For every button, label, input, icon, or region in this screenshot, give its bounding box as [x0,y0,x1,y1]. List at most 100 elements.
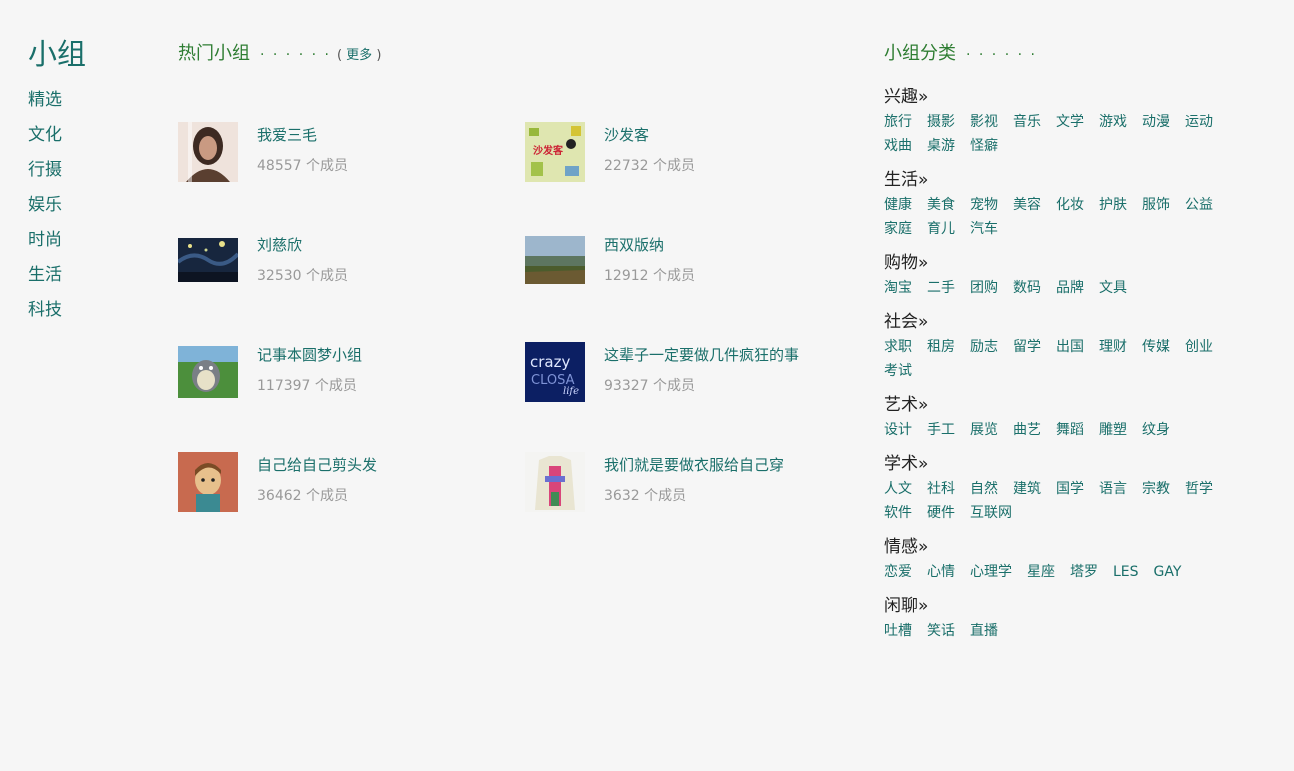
category-tag-link[interactable]: 数码 [1013,276,1041,300]
category-tag-link[interactable]: 塔罗 [1070,560,1098,584]
category-tag-link[interactable]: 桌游 [927,134,955,158]
group-title-link[interactable]: 刘慈欣 [257,234,302,255]
category-heading-link[interactable]: 购物» [884,251,1264,275]
category-tag-link[interactable]: 考试 [884,359,912,383]
category-tag-link[interactable]: 设计 [884,418,912,442]
category-tag-link[interactable]: 传媒 [1142,335,1170,359]
group-title-link[interactable]: 记事本圆梦小组 [257,344,362,365]
category-tag-link[interactable]: 文具 [1099,276,1127,300]
category-tag-link[interactable]: 文学 [1056,110,1084,134]
category-tag-link[interactable]: 宠物 [970,193,998,217]
category-tag-link[interactable]: 音乐 [1013,110,1041,134]
group-item: 自己给自己剪头发 36462 个成员 [178,452,518,512]
category-tag-link[interactable]: 美食 [927,193,955,217]
category-heading-link[interactable]: 兴趣» [884,85,1264,109]
group-title-link[interactable]: 我爱三毛 [257,124,317,145]
category-tag-link[interactable]: 星座 [1027,560,1055,584]
category-heading-link[interactable]: 闲聊» [884,594,1264,618]
category-tag-link[interactable]: 软件 [884,501,912,525]
category-tag-link[interactable]: 理财 [1099,335,1127,359]
category-tag-link[interactable]: 公益 [1185,193,1213,217]
category-tag-link[interactable]: 化妆 [1056,193,1084,217]
category-tag-link[interactable]: LES [1113,560,1139,584]
category-tag-link[interactable]: 健康 [884,193,912,217]
group-thumbnail[interactable] [178,342,238,402]
nav-item[interactable]: 文化 [28,123,86,158]
category-tag-link[interactable]: 创业 [1185,335,1213,359]
group-title-link[interactable]: 这辈子一定要做几件疯狂的事 [604,344,799,365]
nav-item[interactable]: 精选 [28,88,86,123]
category-tag-link[interactable]: 求职 [884,335,912,359]
category-tag-link[interactable]: 直播 [970,619,998,643]
group-thumbnail[interactable] [525,232,585,292]
category-tag-link[interactable]: 互联网 [970,501,1012,525]
category-tag-link[interactable]: 二手 [927,276,955,300]
group-title-link[interactable]: 沙发客 [604,124,649,145]
group-thumbnail[interactable]: 沙发客 [525,122,585,182]
category-tag-link[interactable]: 运动 [1185,110,1213,134]
category-tag-link[interactable]: 手工 [927,418,955,442]
nav-item[interactable]: 时尚 [28,228,86,263]
category-tag-link[interactable]: 雕塑 [1099,418,1127,442]
group-thumbnail[interactable] [178,232,238,292]
category-heading-link[interactable]: 情感» [884,535,1264,559]
category-block: 艺术» 设计 手工 展览 曲艺 舞蹈 雕塑 纹身 [884,393,1264,442]
category-heading-link[interactable]: 艺术» [884,393,1264,417]
group-item: 西双版纳 12912 个成员 [525,232,865,292]
category-tag-link[interactable]: 动漫 [1142,110,1170,134]
category-tag-link[interactable]: 游戏 [1099,110,1127,134]
category-tag-link[interactable]: 恋爱 [884,560,912,584]
category-tag-link[interactable]: 汽车 [970,217,998,241]
nav-item[interactable]: 娱乐 [28,193,86,228]
category-tag-link[interactable]: 展览 [970,418,998,442]
nav-item[interactable]: 科技 [28,298,86,333]
category-tag-link[interactable]: 舞蹈 [1056,418,1084,442]
category-tag-link[interactable]: 笑话 [927,619,955,643]
category-heading-link[interactable]: 社会» [884,310,1264,334]
group-thumbnail[interactable]: crazy CLOSA life [525,342,585,402]
category-tag-link[interactable]: 租房 [927,335,955,359]
category-tag-link[interactable]: 淘宝 [884,276,912,300]
category-tag-link[interactable]: 旅行 [884,110,912,134]
category-tag-link[interactable]: 纹身 [1142,418,1170,442]
category-tag-link[interactable]: 怪癖 [970,134,998,158]
category-tag-link[interactable]: 吐槽 [884,619,912,643]
category-tag-link[interactable]: 摄影 [927,110,955,134]
category-tag-link[interactable]: 品牌 [1056,276,1084,300]
more-link[interactable]: 更多 [346,48,372,63]
category-tag-link[interactable]: 服饰 [1142,193,1170,217]
category-tag-link[interactable]: 影视 [970,110,998,134]
category-tag-link[interactable]: 心情 [927,560,955,584]
group-title-link[interactable]: 自己给自己剪头发 [257,454,377,475]
category-tag-link[interactable]: GAY [1154,560,1182,584]
category-heading-link[interactable]: 学术» [884,452,1264,476]
category-tag-link[interactable]: 护肤 [1099,193,1127,217]
category-tag-link[interactable]: 育儿 [927,217,955,241]
category-tag-link[interactable]: 自然 [970,477,998,501]
nav-item[interactable]: 行摄 [28,158,86,193]
category-tag-link[interactable]: 哲学 [1185,477,1213,501]
nav-item[interactable]: 生活 [28,263,86,298]
group-thumbnail[interactable] [178,452,238,512]
category-tag-link[interactable]: 曲艺 [1013,418,1041,442]
category-tag-link[interactable]: 心理学 [970,560,1012,584]
category-tag-link[interactable]: 出国 [1056,335,1084,359]
category-tag-link[interactable]: 家庭 [884,217,912,241]
category-tag-link[interactable]: 硬件 [927,501,955,525]
category-tag-link[interactable]: 国学 [1056,477,1084,501]
group-title-link[interactable]: 我们就是要做衣服给自己穿 [604,454,784,475]
category-tag-link[interactable]: 宗教 [1142,477,1170,501]
category-tag-link[interactable]: 励志 [970,335,998,359]
category-tag-link[interactable]: 留学 [1013,335,1041,359]
category-tag-link[interactable]: 美容 [1013,193,1041,217]
category-tag-link[interactable]: 戏曲 [884,134,912,158]
category-tag-link[interactable]: 团购 [970,276,998,300]
category-tag-link[interactable]: 社科 [927,477,955,501]
category-heading-link[interactable]: 生活» [884,168,1264,192]
category-tag-link[interactable]: 语言 [1099,477,1127,501]
group-thumbnail[interactable] [178,122,238,182]
category-tag-link[interactable]: 人文 [884,477,912,501]
group-thumbnail[interactable] [525,452,585,512]
group-title-link[interactable]: 西双版纳 [604,234,664,255]
category-tag-link[interactable]: 建筑 [1013,477,1041,501]
